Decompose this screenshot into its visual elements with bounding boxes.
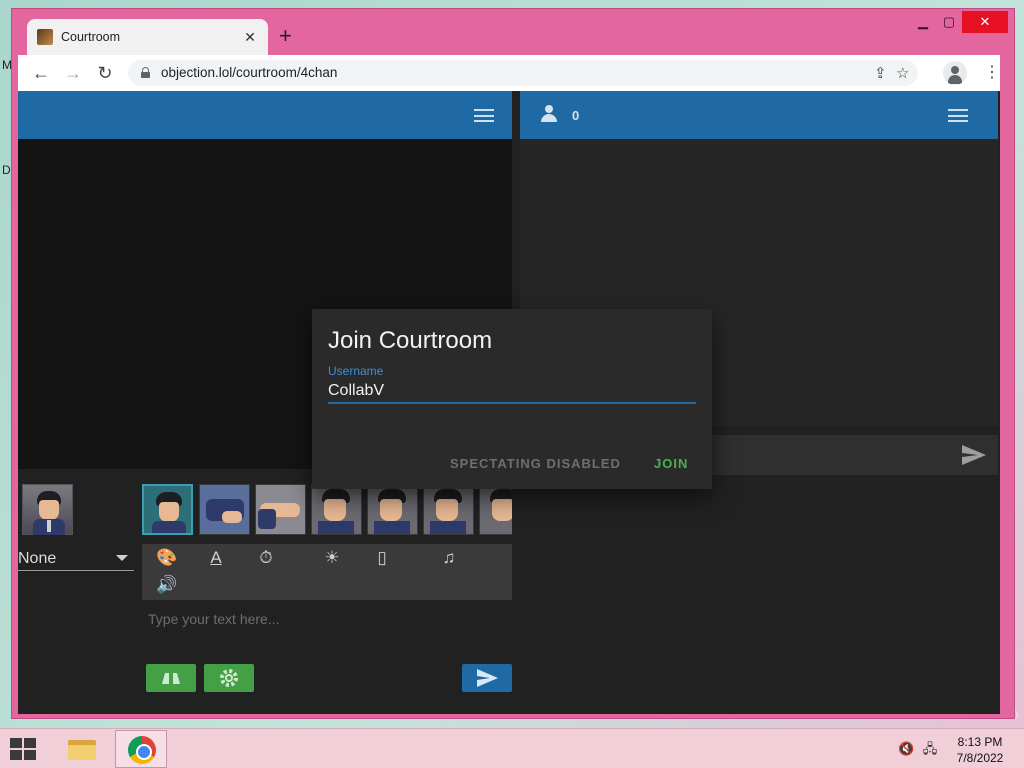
text-color-icon[interactable]: A (206, 548, 226, 568)
profile-icon[interactable] (943, 61, 967, 85)
message-toolbar: 🎨 A ⏱ ☀ ▯ ♫ 🔊 (142, 544, 512, 600)
favicon-icon (37, 29, 53, 45)
palette-icon[interactable]: 🎨 (156, 548, 177, 568)
send-icon (477, 669, 498, 687)
pose-thumbnail[interactable] (199, 484, 250, 535)
tab-title: Courtroom (61, 30, 121, 44)
pose-thumbnail[interactable] (423, 484, 474, 535)
chat-input[interactable] (711, 435, 998, 475)
settings-icon (220, 669, 238, 687)
pose-thumbnail[interactable] (142, 484, 193, 535)
close-window-icon[interactable]: ✕ (962, 11, 1008, 33)
chat-app-bar: 0 (520, 91, 998, 139)
chrome-icon (128, 736, 156, 764)
join-courtroom-dialog: Join Courtroom Username SPECTATING DISAB… (312, 309, 712, 489)
network-icon[interactable]: 🖧 (922, 741, 938, 757)
evidence-icon (162, 673, 180, 684)
settings-button[interactable] (204, 664, 254, 692)
share-icon[interactable]: ⇪ (874, 64, 887, 82)
volume-muted-icon[interactable]: 🔇 (898, 741, 914, 757)
pose-thumbnail[interactable] (367, 484, 418, 535)
chevron-down-icon (116, 555, 128, 561)
vibrate-icon[interactable]: ▯ (372, 548, 392, 568)
character-select[interactable]: None (18, 545, 134, 571)
message-input[interactable] (142, 604, 512, 634)
omnibox[interactable]: objection.lol/courtroom/4chan ⇪ ☆ (128, 60, 918, 86)
send-message-button[interactable] (462, 664, 512, 692)
username-input[interactable] (328, 380, 696, 404)
character-thumbnail[interactable] (22, 484, 73, 535)
send-icon[interactable] (962, 445, 986, 465)
dialog-title: Join Courtroom (328, 327, 493, 354)
clock-date[interactable]: 7/8/2022 (955, 751, 1005, 765)
back-icon[interactable]: ← (30, 62, 52, 84)
desktop-fragment: D (2, 163, 11, 177)
hamburger-icon[interactable] (474, 109, 494, 122)
maximize-icon[interactable]: ▢ (936, 11, 962, 33)
timer-icon[interactable]: ⏱ (256, 548, 276, 568)
music-icon[interactable]: ♫ (439, 548, 459, 568)
file-explorer-button[interactable] (55, 730, 107, 768)
brightness-icon[interactable]: ☀ (322, 548, 342, 568)
spectate-button[interactable]: SPECTATING DISABLED (450, 456, 621, 471)
hamburger-icon[interactable] (948, 109, 968, 122)
username-label: Username (328, 364, 384, 378)
courtroom-app-bar (18, 91, 512, 139)
pose-thumbnail[interactable] (255, 484, 306, 535)
pose-thumbnail[interactable] (479, 484, 512, 535)
folder-icon (68, 738, 96, 760)
url-text[interactable]: objection.lol/courtroom/4chan (161, 65, 337, 80)
reload-icon[interactable]: ↻ (94, 62, 116, 84)
clock-time[interactable]: 8:13 PM (955, 735, 1005, 749)
user-count: 0 (572, 108, 580, 123)
address-bar: ← → ↻ objection.lol/courtroom/4chan ⇪ ☆ … (18, 55, 1000, 91)
pose-list (142, 484, 512, 536)
lock-icon (141, 67, 150, 78)
pose-thumbnail[interactable] (311, 484, 362, 535)
browser-tab[interactable]: Courtroom ✕ (27, 19, 268, 55)
start-button[interactable] (10, 738, 38, 760)
star-icon[interactable]: ☆ (896, 64, 909, 82)
menu-icon[interactable]: ⋮ (984, 62, 1000, 82)
volume-icon[interactable]: 🔊 (156, 575, 177, 595)
evidence-button[interactable] (146, 664, 196, 692)
minimize-icon[interactable]: ▁ (910, 11, 936, 33)
chrome-taskbar-button[interactable] (115, 730, 167, 768)
character-select-value: None (18, 550, 57, 567)
new-tab-icon[interactable]: + (279, 25, 292, 47)
forward-icon[interactable]: → (62, 62, 84, 84)
close-tab-icon[interactable]: ✕ (242, 29, 258, 46)
user-icon (540, 105, 558, 123)
join-button[interactable]: JOIN (654, 456, 688, 471)
taskbar: 🔇 🖧 8:13 PM 7/8/2022 (0, 728, 1024, 768)
